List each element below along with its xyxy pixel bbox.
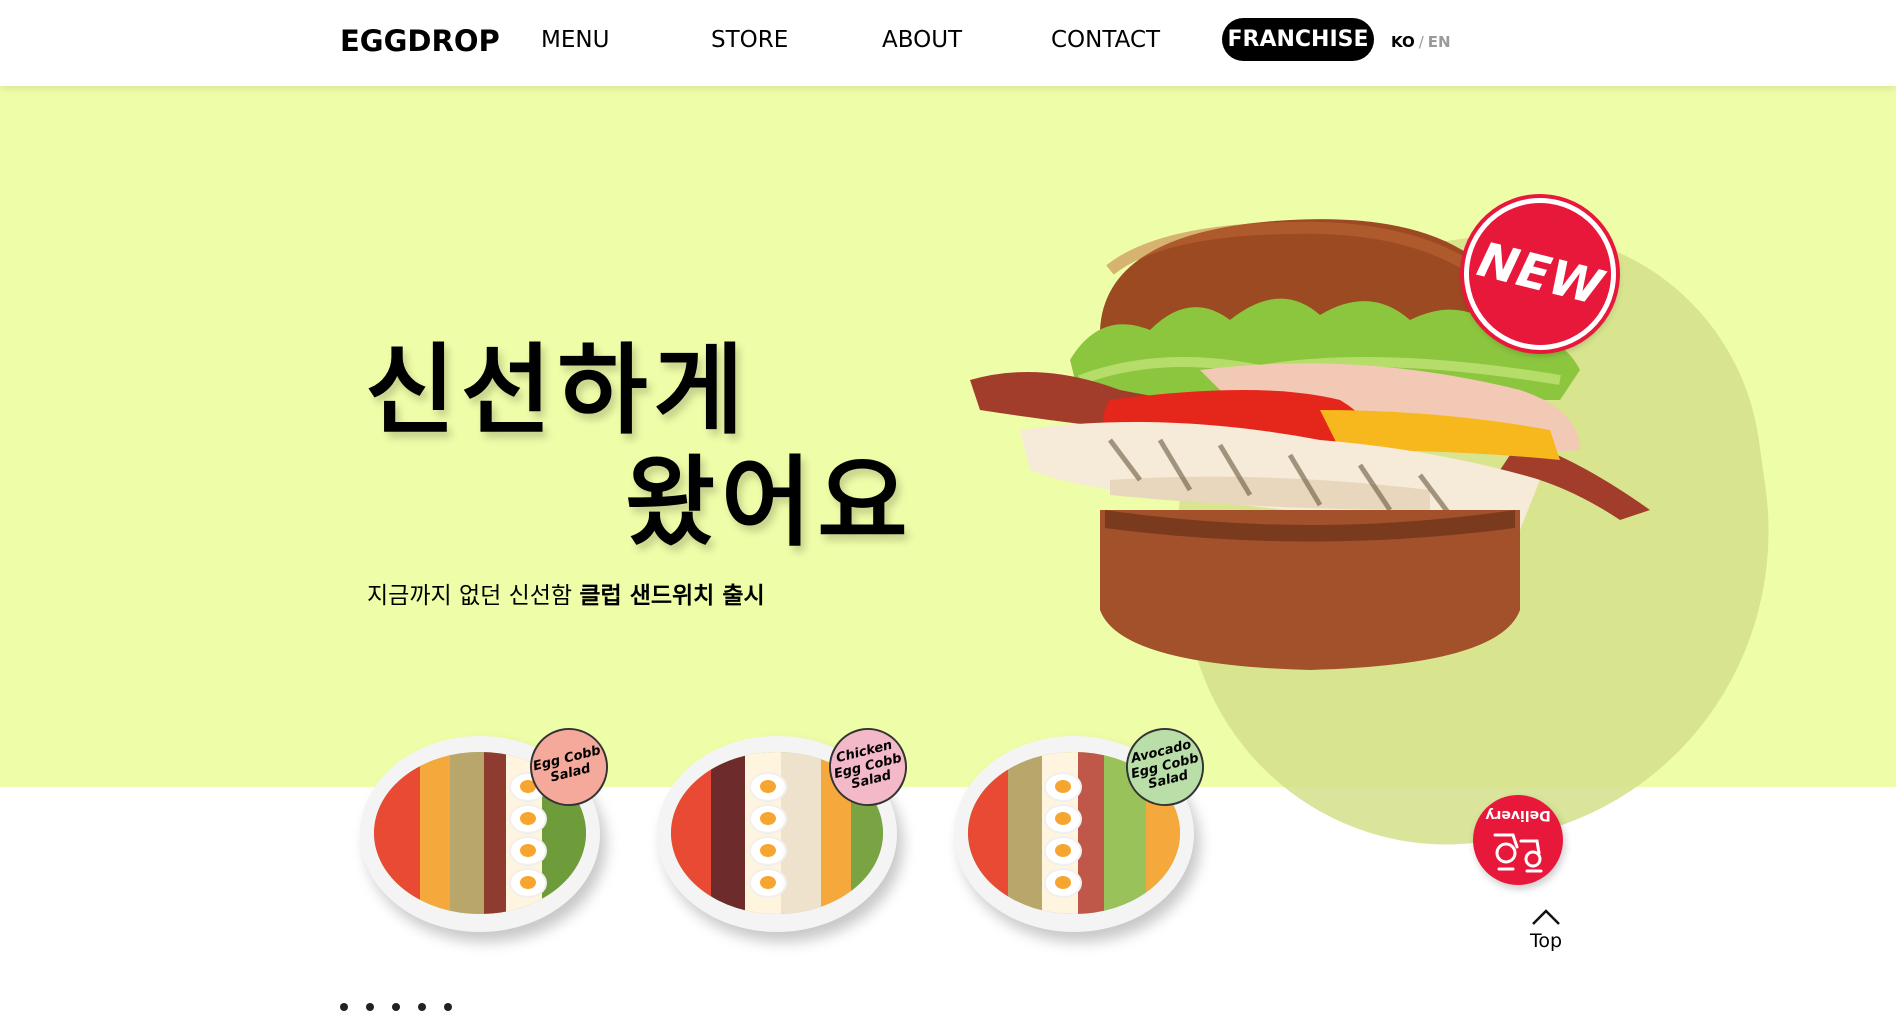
arrow-up-icon	[1532, 909, 1560, 925]
lang-separator: /	[1418, 33, 1424, 51]
slide-dot[interactable]	[392, 1003, 400, 1011]
hero-subline-regular: 지금까지 없던 신선함	[367, 583, 580, 609]
lang-ko[interactable]: KO	[1391, 33, 1415, 51]
slide-dot[interactable]	[366, 1003, 374, 1011]
language-switch: KO / EN	[1391, 33, 1451, 51]
delivery-icon	[1493, 833, 1543, 873]
nav-about[interactable]: ABOUT	[882, 27, 962, 53]
salad-chicken-egg-cobb[interactable]: Chicken Egg Cobb Salad	[653, 719, 916, 940]
salad-egg-cobb[interactable]: Egg Cobb Salad	[356, 719, 617, 940]
delivery-button[interactable]: Delivery	[1473, 795, 1563, 885]
hero-subline: 지금까지 없던 신선함 클럽 샌드위치 출시	[367, 576, 765, 610]
slide-dots[interactable]	[340, 996, 470, 1015]
hero-headline-line2: 왔어요	[625, 446, 914, 560]
lang-en[interactable]: EN	[1428, 33, 1451, 51]
hero-subline-bold: 클럽 샌드위치 출시	[579, 583, 765, 609]
site-header: EGGDROP MENU STORE ABOUT CONTACT FRANCHI…	[0, 0, 1896, 86]
slide-dot[interactable]	[444, 1003, 452, 1011]
franchise-button[interactable]: FRANCHISE	[1222, 18, 1374, 61]
nav-menu[interactable]: MENU	[541, 27, 609, 53]
slide-dot[interactable]	[418, 1003, 426, 1011]
salad-avocado-egg-cobb[interactable]: Avocado Egg Cobb Salad	[950, 719, 1213, 940]
scroll-top-button[interactable]: Top	[1522, 908, 1570, 952]
top-label: Top	[1529, 930, 1563, 952]
nav-store[interactable]: STORE	[711, 27, 788, 53]
nav-contact[interactable]: CONTACT	[1051, 27, 1160, 53]
slide-dot[interactable]	[340, 1003, 348, 1011]
logo[interactable]: EGGDROP	[340, 24, 500, 58]
